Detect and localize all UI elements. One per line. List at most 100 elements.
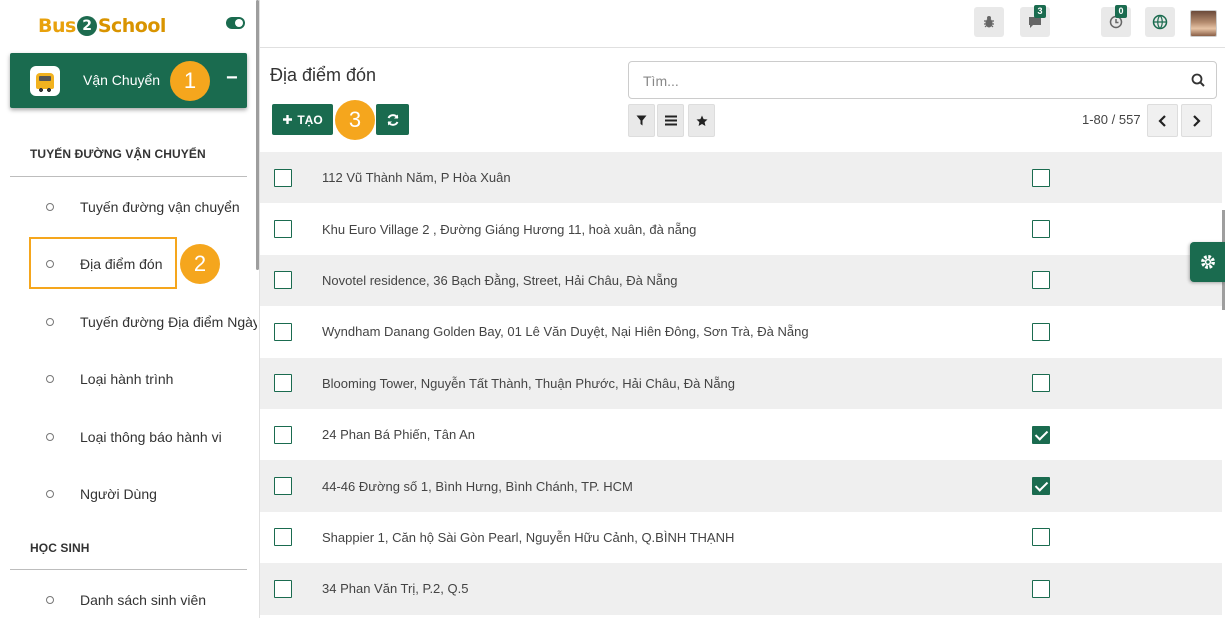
table-row[interactable]: 24 Phan Bá Phiến, Tân An [260,408,1222,461]
pickup-point-name: 24 Phan Bá Phiến, Tân An [322,427,475,443]
sidebar-item-label: Loại thông báo hành vi [80,429,222,445]
sidebar-item-label: Tuyến đường vận chuyển [80,199,240,215]
pager-value[interactable]: 1-80 / 557 [1082,112,1141,127]
filter-button[interactable] [628,104,655,137]
app-card-van-chuyen[interactable]: Vận Chuyển − [10,53,247,108]
pager-previous-button[interactable] [1147,104,1178,137]
settings-button[interactable] [1190,242,1225,282]
top-navbar: 3 0 [260,0,1225,48]
active-checkbox[interactable] [1032,528,1050,547]
activity-count-badge: 0 [1115,5,1127,18]
table-row[interactable]: 34 Phan Văn Trị, P.2, Q.5 [260,563,1222,615]
table-row[interactable]: Wyndham Danang Golden Bay, 01 Lê Văn Duy… [260,306,1222,358]
filter-icon [636,115,647,126]
row-select-checkbox[interactable] [274,579,292,598]
radio-bullet-icon [46,203,54,211]
brand-logo[interactable]: Bus 2 School [38,10,166,42]
radio-bullet-icon [46,490,54,498]
annotation-badge-2: 2 [180,244,220,284]
active-checkbox[interactable] [1032,271,1050,290]
user-avatar[interactable] [1190,10,1217,37]
sidebar-item-users[interactable]: Người Dùng [10,479,257,509]
favorites-button[interactable] [688,104,715,137]
annotation-badge-1: 1 [170,61,210,101]
active-checkbox[interactable] [1032,374,1050,393]
sidebar-item-routes[interactable]: Tuyến đường vận chuyển [10,192,257,222]
row-select-checkbox[interactable] [274,528,292,547]
bug-icon [984,16,994,28]
active-checkbox[interactable] [1032,477,1050,496]
table-row[interactable]: 44-46 Đường số 1, Bình Hưng, Bình Chánh,… [260,460,1222,512]
active-checkbox[interactable] [1032,425,1050,444]
chevron-left-icon [1158,114,1166,127]
sidebar-item-student-list[interactable]: Danh sách sinh viên [10,585,257,615]
sidebar-item-label: Người Dùng [80,486,157,502]
sidebar-item-behavior-notifications[interactable]: Loại thông báo hành vi [10,422,257,452]
search-bar[interactable] [628,61,1217,99]
row-select-checkbox[interactable] [274,220,292,239]
group-by-button[interactable] [657,104,684,137]
sidebar-item-trip-types[interactable]: Loại hành trình [10,364,257,394]
pickup-point-name: 34 Phan Văn Trị, P.2, Q.5 [322,581,469,597]
section-title-routes: TUYẾN ĐƯỜNG VẬN CHUYỂN [30,147,206,161]
row-select-checkbox[interactable] [274,374,292,393]
pager-next-button[interactable] [1181,104,1212,137]
radio-bullet-icon [46,318,54,326]
sidebar-item-label: Danh sách sinh viên [80,592,207,608]
sidebar-item-label: Tuyến đường Địa điểm Ngày [80,314,257,330]
annotation-badge-3: 3 [335,100,375,140]
pickup-point-name: Khu Euro Village 2 , Đường Giáng Hương 1… [322,221,697,237]
radio-bullet-icon [46,375,54,383]
table-row[interactable]: Novotel residence, 36 Bạch Đằng, Street,… [260,254,1222,307]
sidebar-item-label: Loại hành trình [80,371,174,387]
pickup-point-name: Novotel residence, 36 Bạch Đằng, Street,… [322,272,678,288]
row-select-checkbox[interactable] [274,425,292,444]
active-checkbox[interactable] [1032,322,1050,341]
debug-button[interactable] [974,7,1004,37]
pickup-point-name: 44-46 Đường số 1, Bình Hưng, Bình Chánh,… [322,478,633,494]
collapse-icon[interactable]: − [226,67,238,90]
section-divider [10,176,247,177]
refresh-button[interactable] [376,104,409,135]
active-checkbox[interactable] [1032,168,1050,187]
star-icon [696,115,707,126]
row-select-checkbox[interactable] [274,322,292,341]
chevron-right-icon [1193,114,1201,127]
search-icon[interactable] [1191,73,1205,87]
activity-button[interactable]: 0 [1101,5,1131,37]
logo-text-school: School [97,15,167,37]
logo-text-2: 2 [76,16,97,36]
menu-lines-icon [664,115,677,126]
create-button[interactable]: TẠO [272,104,333,135]
sidebar: Bus 2 School Vận Chuyển − TUYẾN ĐƯỜNG VẬN … [0,0,258,618]
section-divider [10,569,247,570]
logo-text-bus: Bus [38,15,76,37]
refresh-icon [387,113,398,126]
pickup-point-name: Shappier 1, Căn hộ Sài Gòn Pearl, Nguyễn… [322,529,735,545]
table-row[interactable]: Blooming Tower, Nguyễn Tất Thành, Thuận … [260,357,1222,409]
sidebar-item-route-pickup-day[interactable]: Tuyến đường Địa điểm Ngày [10,307,257,337]
search-input[interactable] [643,71,1183,91]
radio-bullet-icon [46,596,54,604]
sidebar-toggle[interactable] [226,17,245,29]
annotation-highlight-box [29,237,177,289]
messages-button[interactable]: 3 [1020,5,1050,37]
language-button[interactable] [1145,7,1175,37]
create-button-label: TẠO [297,112,323,127]
active-checkbox[interactable] [1032,579,1050,598]
radio-bullet-icon [46,433,54,441]
row-select-checkbox[interactable] [274,477,292,496]
row-select-checkbox[interactable] [274,271,292,290]
table-row[interactable]: Shappier 1, Căn hộ Sài Gòn Pearl, Nguyễn… [260,511,1222,564]
app-card-label: Vận Chuyển [83,72,161,88]
section-title-students: HỌC SINH [30,541,90,555]
records-list: 112 Vũ Thành Năm, P Hòa Xuân Khu Euro Vil… [260,152,1222,615]
active-checkbox[interactable] [1032,220,1050,239]
pickup-point-name: Blooming Tower, Nguyễn Tất Thành, Thuận … [322,375,736,391]
globe-icon [1152,14,1168,30]
page-title: Địa điểm đón [270,65,377,85]
row-select-checkbox[interactable] [274,168,292,187]
table-row[interactable]: Khu Euro Village 2 , Đường Giáng Hương 1… [260,203,1222,255]
table-row[interactable]: 112 Vũ Thành Năm, P Hòa Xuân [260,152,1222,204]
pickup-point-name: 112 Vũ Thành Năm, P Hòa Xuân [322,170,511,186]
